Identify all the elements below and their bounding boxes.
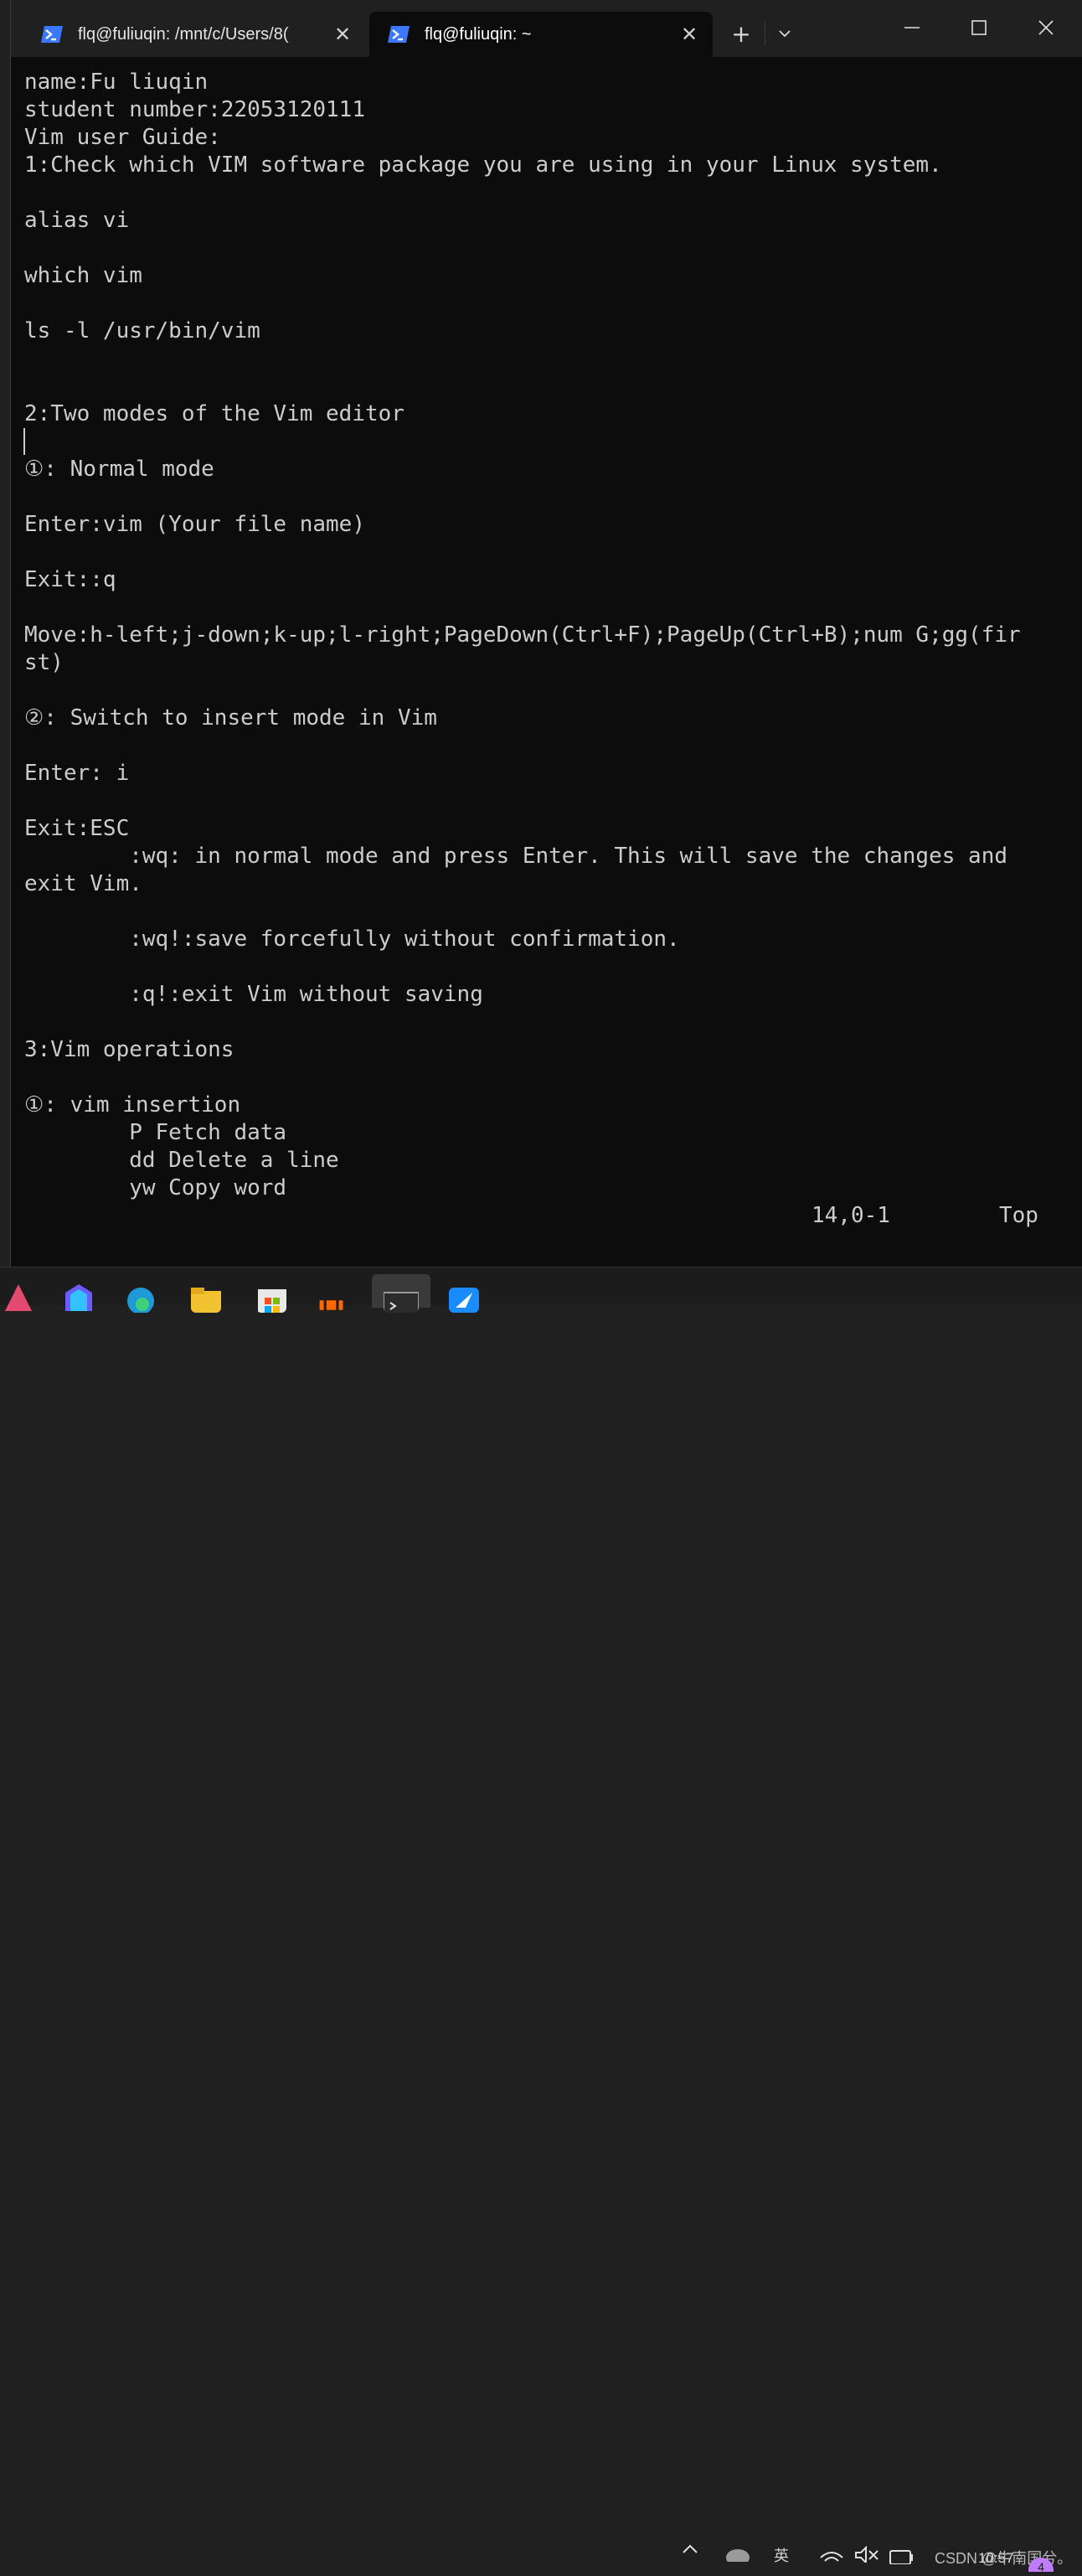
volume-muted-icon[interactable]	[854, 2546, 879, 2563]
close-window-button[interactable]	[1012, 10, 1079, 45]
copilot-icon[interactable]	[64, 1283, 94, 1313]
terminal-line: 1:Check which VIM software package you a…	[24, 152, 942, 178]
file-explorer-icon[interactable]	[191, 1283, 221, 1313]
scroll-position: Top	[999, 1203, 1038, 1228]
taskbar: 英 10:57 CSDN @牛南国兮。 4	[0, 1267, 1082, 2573]
chevron-down-icon	[779, 30, 791, 38]
terminal-line: ①: Normal mode	[24, 457, 214, 482]
terminal-line: Exit::q	[24, 567, 116, 592]
chevron-up-icon[interactable]	[682, 2544, 698, 2554]
terminal-line: Enter:vim (Your file name)	[24, 512, 365, 537]
terminal-line: Vim user Guide:	[24, 125, 221, 150]
tab-mnt-users[interactable]: flq@fuliuqin: /mnt/c/Users/8( ✕	[23, 12, 366, 57]
maximize-button[interactable]	[945, 10, 1012, 45]
terminal-line: dd Delete a line	[24, 1148, 339, 1173]
terminal-line: Exit:ESC	[24, 816, 130, 841]
terminal-line: 2:Two modes of the Vim editor	[24, 401, 404, 426]
terminal-line: st)	[24, 650, 64, 675]
powershell-icon	[41, 26, 63, 43]
terminal-line: P Fetch data	[24, 1120, 287, 1145]
terminal-line: ①: vim insertion	[24, 1092, 241, 1118]
new-tab-button[interactable]: +	[724, 18, 758, 49]
terminal-line: :wq!:save forcefully without confirmatio…	[24, 927, 680, 952]
close-tab-icon[interactable]: ✕	[674, 19, 704, 49]
tab-home[interactable]: flq@fuliuqin: ~ ✕	[369, 12, 713, 57]
tab-title: flq@fuliuqin: /mnt/c/Users/8(	[78, 24, 289, 44]
tab-title: flq@fuliuqin: ~	[425, 24, 532, 44]
terminal-line: name:Fu liuqin	[24, 70, 209, 95]
title-bar: flq@fuliuqin: /mnt/c/Users/8( ✕ flq@fuli…	[11, 0, 1082, 57]
terminal-line: Move:h-left;j-down;k-up;l-right;PageDown…	[24, 622, 1021, 648]
terminal-line: Enter: i	[24, 761, 130, 786]
terminal-line: :wq: in normal mode and press Enter. Thi…	[24, 844, 1007, 869]
store-icon[interactable]	[256, 1283, 286, 1313]
minimize-icon	[904, 27, 920, 28]
battery-icon[interactable]	[889, 2548, 915, 2564]
powershell-icon	[388, 26, 410, 43]
terminal-line: student number:22053120111	[24, 97, 365, 122]
ime-indicator[interactable]: 英	[774, 2544, 789, 2566]
tab-dropdown-button[interactable]	[768, 18, 801, 49]
wifi-icon[interactable]	[819, 2546, 844, 2563]
mi-icon[interactable]	[318, 1283, 348, 1313]
terminal-icon[interactable]	[384, 1283, 419, 1313]
terminal-window: flq@fuliuqin: /mnt/c/Users/8( ✕ flq@fuli…	[10, 0, 1082, 1267]
terminal-line: yw Copy word	[24, 1175, 287, 1200]
terminal-line: alias vi	[24, 208, 130, 233]
terminal-line: 3:Vim operations	[24, 1037, 234, 1062]
close-tab-icon[interactable]: ✕	[327, 19, 358, 49]
app-icon-triangle[interactable]	[3, 1283, 33, 1313]
terminal-line: exit Vim.	[24, 871, 142, 896]
feather-app-icon[interactable]	[449, 1283, 479, 1313]
terminal-line: which vim	[24, 263, 142, 288]
cursor-position: 14,0-1	[812, 1203, 890, 1228]
onedrive-cloud-icon[interactable]	[725, 2541, 750, 2562]
close-icon	[1038, 20, 1054, 35]
terminal-content[interactable]: name:Fu liuqin student number:22053120111…	[24, 69, 1071, 1202]
maximize-icon	[971, 20, 987, 35]
terminal-line: ls -l /usr/bin/vim	[24, 318, 260, 343]
terminal-line: ②: Switch to insert mode in Vim	[24, 705, 437, 730]
terminal-line: :q!:exit Vim without saving	[24, 982, 483, 1007]
edge-icon[interactable]	[126, 1283, 156, 1313]
minimize-button[interactable]	[878, 10, 945, 45]
text-cursor	[23, 428, 25, 455]
